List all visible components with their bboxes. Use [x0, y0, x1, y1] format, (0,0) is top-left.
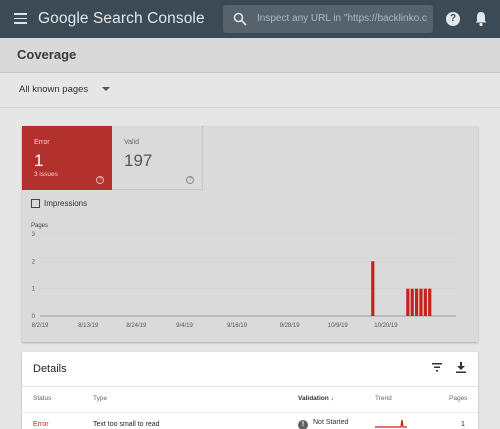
y-tick-label: 3 — [32, 232, 36, 238]
chevron-down-icon — [102, 87, 111, 92]
chart-bar — [423, 288, 427, 316]
x-tick-label: 10/20/19 — [374, 323, 398, 329]
x-tick-label: 9/28/19 — [280, 323, 301, 329]
chart-bar — [410, 288, 414, 316]
x-tick-label: 9/4/19 — [176, 323, 193, 329]
pages-filter-label: All known pages — [19, 84, 89, 95]
column-header-trend[interactable]: Trend — [375, 395, 392, 402]
chart-bar — [414, 288, 419, 316]
row-validation-label: Not Started — [313, 419, 349, 426]
url-inspection-search[interactable]: Inspect any URL in "https://backlinko.c — [223, 5, 433, 33]
page-header: Coverage — [0, 38, 500, 73]
y-tick-label: 0 — [32, 314, 36, 320]
y-tick-label: 2 — [32, 259, 36, 265]
trend-sparkline — [375, 419, 407, 428]
validation-header-label: Validation — [298, 395, 329, 402]
details-title: Details — [33, 363, 67, 375]
chart-bar — [406, 288, 410, 316]
row-pages: 1 — [461, 421, 465, 428]
x-tick-label: 9/16/19 — [227, 323, 248, 329]
page-title: Coverage — [17, 47, 77, 62]
top-app-bar: Google Search Console Inspect any URL in… — [0, 0, 500, 38]
divider — [22, 412, 478, 413]
menu-icon[interactable] — [14, 13, 27, 24]
details-card: Details Status Type Validation ↓ Trend P… — [22, 352, 478, 429]
filter-icon[interactable] — [432, 363, 442, 372]
sort-arrow-down-icon: ↓ — [330, 395, 334, 402]
app-logo[interactable]: Google Search Console — [38, 10, 205, 28]
coverage-chart-card: Error 1 3 issues ? Valid 197 ? Impressio… — [22, 126, 478, 342]
y-tick-label: 1 — [32, 287, 36, 293]
divider — [0, 107, 500, 108]
download-icon[interactable] — [456, 362, 466, 373]
column-header-pages[interactable]: Pages — [449, 395, 467, 402]
column-header-status[interactable]: Status — [33, 395, 51, 402]
coverage-bar-chart: Pages 0 1 2 3 8/2/19 8/13/19 8/24/19 9/4/19 9/16/… — [31, 223, 456, 329]
help-icon[interactable]: ? — [446, 12, 460, 26]
x-tick-label: 8/24/19 — [126, 323, 147, 329]
row-type: Text too small to read — [93, 421, 160, 428]
x-tick-label: 10/9/19 — [328, 323, 349, 329]
column-header-validation[interactable]: Validation ↓ — [298, 395, 334, 402]
y-axis-label: Pages — [31, 223, 48, 229]
pages-filter-dropdown[interactable]: All known pages — [19, 84, 111, 95]
x-tick-label: 8/13/19 — [78, 323, 99, 329]
search-input[interactable]: Inspect any URL in "https://backlinko.c — [257, 13, 427, 24]
column-header-type[interactable]: Type — [93, 395, 107, 402]
x-tick-label: 8/2/19 — [32, 323, 49, 329]
chart-bar — [371, 261, 375, 316]
info-icon: ! — [298, 420, 308, 429]
chart-bar — [419, 288, 423, 316]
row-validation: ! Not Started — [298, 419, 348, 429]
chart-bar — [428, 288, 432, 316]
notifications-bell-icon[interactable] — [474, 11, 488, 27]
divider — [22, 386, 478, 387]
row-status: Error — [33, 421, 49, 428]
search-icon — [233, 12, 247, 26]
